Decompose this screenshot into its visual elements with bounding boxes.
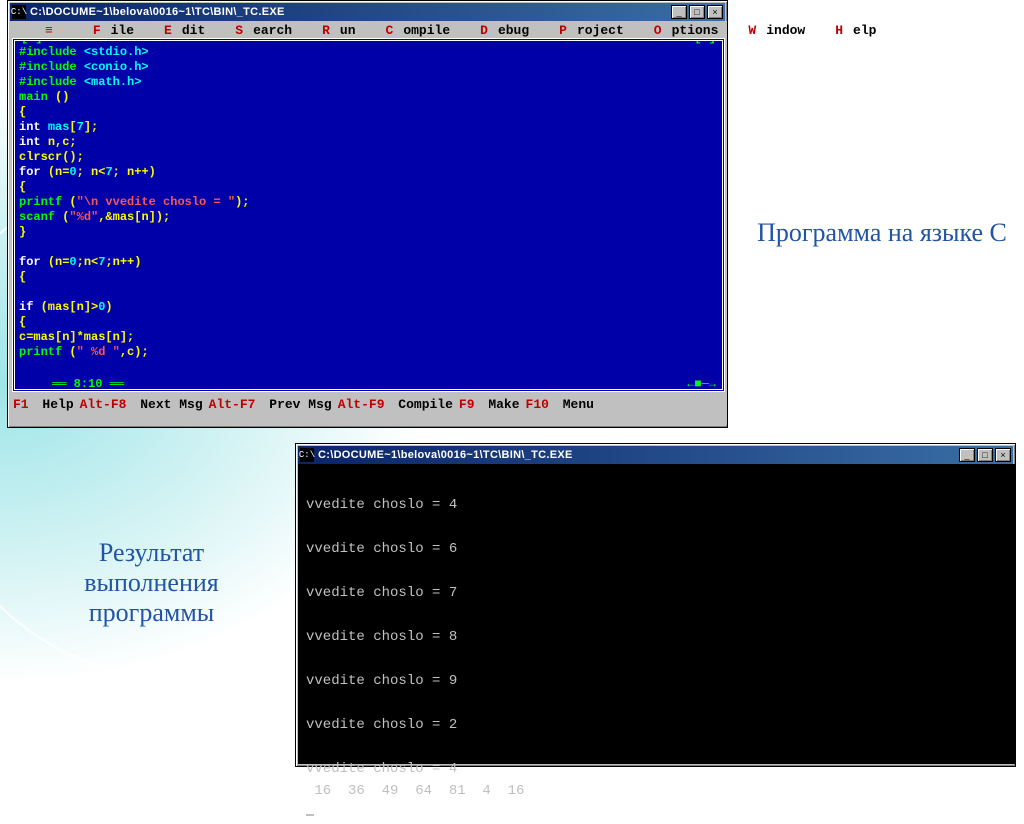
console-titlebar[interactable]: C:\ C:\DOCUME~1\belova\0016~1\TC\BIN\_TC… [298, 446, 1013, 464]
cursor-position: ══ 8:10 ══ [48, 377, 128, 392]
console-title-text: C:\DOCUME~1\belova\0016~1\TC\BIN\_TC.EXE [318, 449, 955, 461]
console-output[interactable]: vvedite choslo = 4 vvedite choslo = 6 vv… [298, 464, 1015, 764]
status-key[interactable]: Alt-F8 Next Msg [80, 397, 209, 412]
ide-menu: ≡FileEditSearchRunCompileDebugProjectOpt… [11, 22, 726, 38]
menu-item-file[interactable]: File [73, 23, 144, 38]
status-key[interactable]: Alt-F7 Prev Msg [209, 397, 338, 412]
menu-item-system[interactable]: ≡ [25, 23, 73, 38]
ide-status-bar: F1 Help Alt-F8 Next Msg Alt-F7 Prev Msg … [11, 396, 726, 412]
maximize-button[interactable]: □ [689, 5, 705, 19]
cmd-icon: C:\ [12, 5, 26, 19]
minimize-button[interactable]: _ [959, 448, 975, 462]
close-button[interactable]: × [707, 5, 723, 19]
hscroll-gadget[interactable]: ←■─→ [685, 377, 718, 392]
minimize-button[interactable]: _ [671, 5, 687, 19]
frame-bottom-border [15, 390, 722, 392]
status-key[interactable]: F9 Make [459, 397, 526, 412]
caption-result: Результат выполнения программы [24, 538, 279, 628]
menu-item-project[interactable]: Project [539, 23, 634, 38]
editor-frame[interactable]: [■] 14.CPP 2═[↕] #include <stdio.h> #inc… [12, 38, 725, 392]
menu-item-window[interactable]: Window [728, 23, 815, 38]
menu-item-run[interactable]: Run [302, 23, 365, 38]
ide-titlebar[interactable]: C:\ C:\DOCUME~1\belova\0016~1\TC\BIN\_TC… [10, 3, 725, 21]
menu-item-search[interactable]: Search [215, 23, 302, 38]
console-window: C:\ C:\DOCUME~1\belova\0016~1\TC\BIN\_TC… [295, 443, 1016, 767]
menu-item-compile[interactable]: Compile [366, 23, 461, 38]
frame-filename: 14.CPP [15, 38, 722, 46]
cmd-icon: C:\ [300, 448, 314, 462]
close-button[interactable]: × [995, 448, 1011, 462]
ide-window: C:\ C:\DOCUME~1\belova\0016~1\TC\BIN\_TC… [7, 0, 728, 428]
menu-item-options[interactable]: Options [634, 23, 729, 38]
menu-item-debug[interactable]: Debug [460, 23, 539, 38]
ide-title-text: C:\DOCUME~1\belova\0016~1\TC\BIN\_TC.EXE [30, 6, 667, 18]
maximize-button[interactable]: □ [977, 448, 993, 462]
status-key[interactable]: Alt-F9 Compile [338, 397, 459, 412]
console-cursor [306, 814, 314, 816]
code-area[interactable]: #include <stdio.h> #include <conio.h> #i… [19, 41, 718, 360]
status-key[interactable]: F1 Help [13, 397, 80, 412]
status-key[interactable]: F10 Menu [526, 397, 600, 412]
menu-item-help[interactable]: Help [815, 23, 886, 38]
frame-gadget-right[interactable]: 2═[↕] [678, 38, 718, 46]
caption-program: Программа на языке С [752, 218, 1012, 248]
menu-item-edit[interactable]: Edit [144, 23, 215, 38]
